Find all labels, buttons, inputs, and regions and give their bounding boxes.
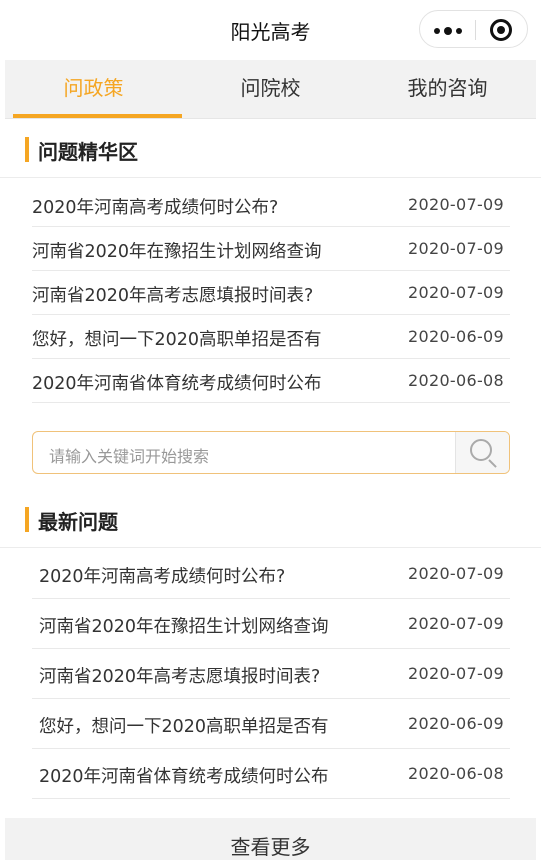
question-text: 河南省2020年高考志愿填报时间表? <box>32 286 314 306</box>
question-text: 2020年河南省体育统考成绩何时公布 <box>39 767 329 787</box>
featured-list: 2020年河南高考成绩何时公布? 2020-07-09 河南省2020年在豫招生… <box>32 183 510 403</box>
question-text: 2020年河南高考成绩何时公布? <box>32 198 279 218</box>
tab-college[interactable]: 问院校 <box>182 60 359 118</box>
list-item[interactable]: 河南省2020年在豫招生计划网络查询 2020-07-09 <box>32 227 510 271</box>
question-date: 2020-06-08 <box>408 371 504 390</box>
featured-heading: 问题精华区 <box>38 140 138 164</box>
list-item[interactable]: 河南省2020年在豫招生计划网络查询 2020-07-09 <box>32 599 510 649</box>
question-text: 您好，想问一下2020高职单招是否有 <box>32 330 322 350</box>
search-input[interactable]: 请输入关键词开始搜索 <box>49 443 209 467</box>
latest-list: 2020年河南高考成绩何时公布? 2020-07-09 河南省2020年在豫招生… <box>32 549 510 799</box>
question-text: 河南省2020年在豫招生计划网络查询 <box>32 242 322 262</box>
latest-section-header: 最新问题 <box>0 490 541 548</box>
question-date: 2020-06-09 <box>408 714 504 733</box>
list-item[interactable]: 河南省2020年高考志愿填报时间表? 2020-07-09 <box>32 649 510 699</box>
search-icon-handle <box>488 459 497 468</box>
list-item[interactable]: 您好，想问一下2020高职单招是否有 2020-06-09 <box>32 315 510 359</box>
question-text: 河南省2020年高考志愿填报时间表? <box>39 667 321 687</box>
mini-program-capsule <box>419 10 528 48</box>
top-bar: 阳光高考 <box>0 0 541 58</box>
view-more-button[interactable]: 查看更多 <box>5 818 536 860</box>
capsule-divider <box>475 20 476 40</box>
question-text: 您好，想问一下2020高职单招是否有 <box>39 717 329 737</box>
list-item[interactable]: 2020年河南高考成绩何时公布? 2020-07-09 <box>32 183 510 227</box>
search-icon <box>470 439 492 461</box>
question-text: 2020年河南省体育统考成绩何时公布 <box>32 374 322 394</box>
question-date: 2020-07-09 <box>408 239 504 258</box>
list-item[interactable]: 2020年河南省体育统考成绩何时公布 2020-06-08 <box>32 749 510 799</box>
list-item[interactable]: 您好，想问一下2020高职单招是否有 2020-06-09 <box>32 699 510 749</box>
more-options-icon[interactable] <box>434 27 462 35</box>
list-item[interactable]: 2020年河南省体育统考成绩何时公布 2020-06-08 <box>32 359 510 403</box>
question-text: 2020年河南高考成绩何时公布? <box>39 567 286 587</box>
list-item[interactable]: 河南省2020年高考志愿填报时间表? 2020-07-09 <box>32 271 510 315</box>
section-accent-bar <box>25 507 29 532</box>
latest-heading: 最新问题 <box>38 510 118 534</box>
featured-section-header: 问题精华区 <box>0 120 541 178</box>
search-button[interactable] <box>455 432 509 473</box>
question-date: 2020-07-09 <box>408 195 504 214</box>
question-date: 2020-07-09 <box>408 614 504 633</box>
search-box[interactable]: 请输入关键词开始搜索 <box>32 431 510 474</box>
close-program-icon[interactable] <box>490 19 512 41</box>
question-date: 2020-07-09 <box>408 283 504 302</box>
question-date: 2020-07-09 <box>408 564 504 583</box>
question-date: 2020-07-09 <box>408 664 504 683</box>
list-item[interactable]: 2020年河南高考成绩何时公布? 2020-07-09 <box>32 549 510 599</box>
question-text: 河南省2020年在豫招生计划网络查询 <box>39 617 329 637</box>
tab-bar: 问政策 问院校 我的咨询 <box>5 60 536 119</box>
question-date: 2020-06-08 <box>408 764 504 783</box>
section-accent-bar <box>25 137 29 162</box>
question-date: 2020-06-09 <box>408 327 504 346</box>
tab-my-consult[interactable]: 我的咨询 <box>359 60 536 118</box>
tab-policy[interactable]: 问政策 <box>5 60 182 118</box>
